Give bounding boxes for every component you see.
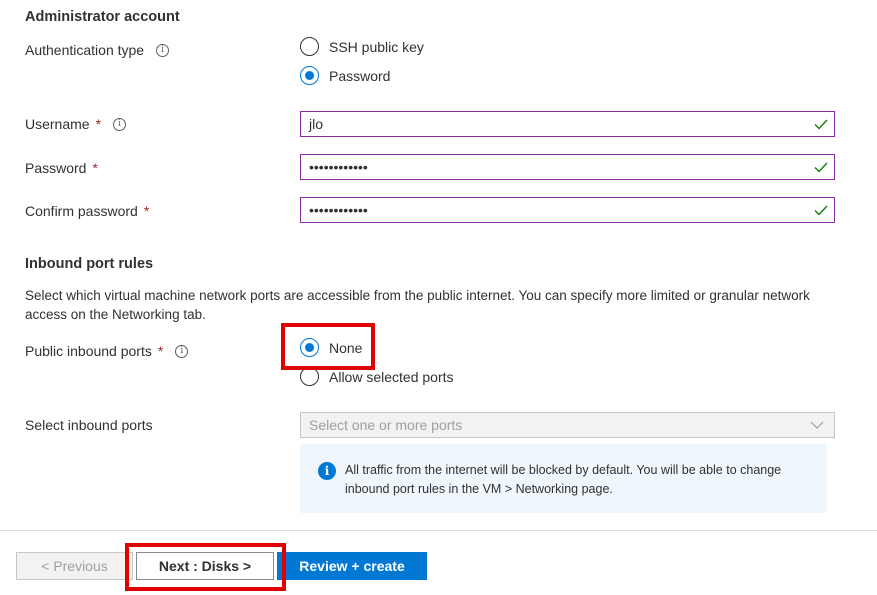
confirm-password-label: Confirm password * (25, 203, 149, 219)
inbound-section-title: Inbound port rules (25, 256, 154, 272)
required-marker: * (95, 116, 102, 132)
info-message-text: All traffic from the internet will be bl… (345, 463, 782, 496)
next-disks-button[interactable]: Next : Disks > (136, 552, 274, 580)
public-ports-label: Public inbound ports * i (25, 343, 189, 359)
checkmark-icon (814, 162, 828, 173)
review-create-button[interactable]: Review + create (277, 552, 427, 580)
checkmark-icon (814, 119, 828, 130)
info-icon: i (318, 462, 336, 480)
username-input[interactable]: jlo (300, 111, 835, 137)
info-icon[interactable]: i (113, 117, 127, 131)
ports-radio-allow-selected[interactable]: Allow selected ports (300, 367, 454, 386)
checkmark-icon (814, 205, 828, 216)
password-label: Password * (25, 160, 98, 176)
select-ports-dropdown[interactable]: Select one or more ports (300, 412, 835, 438)
username-label-text: Username (25, 116, 90, 132)
auth-option-ssh-label: SSH public key (329, 38, 424, 55)
radio-button-password[interactable] (300, 66, 319, 85)
auth-radio-password[interactable]: Password (300, 66, 390, 85)
public-ports-label-text: Public inbound ports (25, 343, 152, 359)
select-ports-label: Select inbound ports (25, 417, 153, 433)
username-label: Username * i (25, 116, 127, 132)
info-icon[interactable]: i (175, 344, 189, 358)
inbound-description: Select which virtual machine network por… (25, 288, 810, 322)
auth-type-label-text: Authentication type (25, 42, 145, 58)
info-message-box: i All traffic from the internet will be … (300, 444, 827, 513)
auth-type-label: Authentication type i (25, 42, 170, 58)
required-marker: * (157, 343, 164, 359)
password-value: •••••••••••• (309, 159, 368, 175)
auth-radio-ssh[interactable]: SSH public key (300, 37, 424, 56)
ports-option-none-label: None (329, 339, 363, 356)
confirm-password-input[interactable]: •••••••••••• (300, 197, 835, 223)
required-marker: * (143, 203, 150, 219)
ports-radio-none[interactable]: None (300, 338, 362, 357)
confirm-password-label-text: Confirm password (25, 203, 138, 219)
auth-option-password-label: Password (329, 67, 391, 84)
radio-button-ssh[interactable] (300, 37, 319, 56)
username-value: jlo (309, 116, 324, 132)
chevron-down-icon (810, 421, 824, 429)
radio-button-none[interactable] (300, 338, 319, 357)
admin-section-title: Administrator account (25, 9, 180, 25)
password-input[interactable]: •••••••••••• (300, 154, 835, 180)
select-ports-placeholder: Select one or more ports (309, 417, 463, 433)
ports-option-allow-label: Allow selected ports (329, 368, 454, 385)
password-label-text: Password (25, 160, 87, 176)
info-icon[interactable]: i (156, 43, 170, 57)
radio-button-allow-selected[interactable] (300, 367, 319, 386)
confirm-password-value: •••••••••••• (309, 202, 368, 218)
footer-divider (0, 530, 877, 531)
previous-button[interactable]: < Previous (16, 552, 133, 580)
required-marker: * (92, 160, 98, 176)
